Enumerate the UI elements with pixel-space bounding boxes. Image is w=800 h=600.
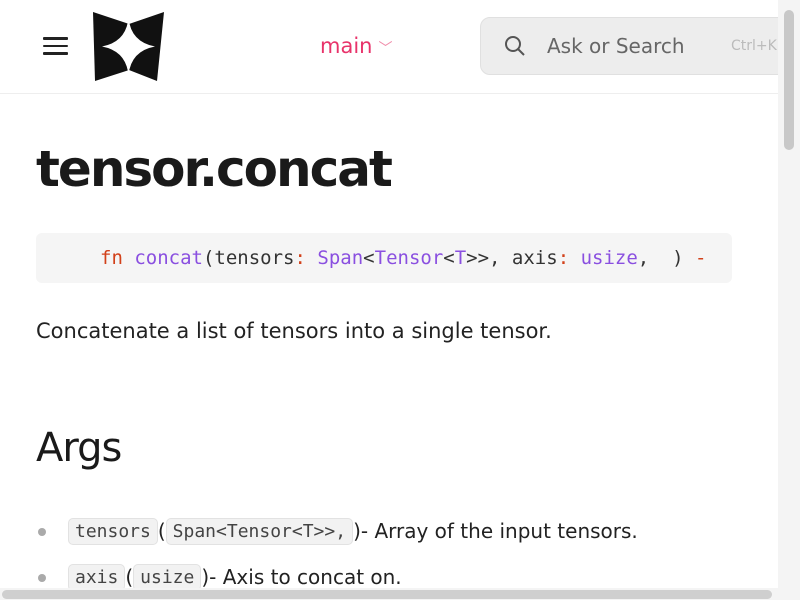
args-heading: Args xyxy=(36,425,122,471)
code-token: : xyxy=(557,247,570,269)
code-token: < xyxy=(443,247,455,269)
logo[interactable] xyxy=(93,12,164,81)
branch-label: main xyxy=(320,34,373,58)
arg-description: - Array of the input tensors. xyxy=(360,519,638,543)
page-title: tensor.concat xyxy=(36,140,393,198)
search-icon xyxy=(505,36,525,56)
top-bar: main ﹀ Ask or Search Ctrl+K xyxy=(0,0,800,94)
arg-name: axis xyxy=(68,563,126,591)
branch-selector[interactable]: main ﹀ xyxy=(320,34,392,58)
search-placeholder: Ask or Search xyxy=(547,34,685,58)
code-token: - xyxy=(695,247,707,269)
arg-type: Span<Tensor<T>>, xyxy=(165,517,354,545)
code-token: (tensors xyxy=(202,247,295,269)
args-list: tensors( Span<Tensor<T>>,) - Array of th… xyxy=(36,508,638,600)
arg-name: tensors xyxy=(68,517,158,545)
menu-icon[interactable] xyxy=(43,37,68,55)
code-token: , ) xyxy=(637,247,695,269)
chevron-down-icon: ﹀ xyxy=(378,41,393,57)
description: Concatenate a list of tensors into a sin… xyxy=(36,319,552,343)
arg-description: - Axis to concat on. xyxy=(209,565,402,589)
list-item: tensors( Span<Tensor<T>>,) - Array of th… xyxy=(36,508,638,554)
search-shortcut: Ctrl+K xyxy=(731,38,777,54)
code-token: T xyxy=(454,247,467,269)
code-token: Tensor xyxy=(374,247,444,269)
code-token: fn xyxy=(100,247,123,269)
code-token: < xyxy=(363,247,375,269)
vertical-scrollbar[interactable] xyxy=(778,0,800,600)
code-token: concat xyxy=(134,247,203,269)
code-token: usize xyxy=(580,247,638,269)
code-token: >>, axis xyxy=(466,247,558,269)
arg-type: usize xyxy=(133,563,202,591)
code-token: : xyxy=(294,247,306,269)
code-token: Span xyxy=(317,247,364,269)
horizontal-scrollbar[interactable] xyxy=(0,588,778,600)
search-input[interactable]: Ask or Search Ctrl+K xyxy=(480,17,800,75)
function-signature: fn concat(tensors: Span<Tensor<T>>, axis… xyxy=(36,233,732,283)
